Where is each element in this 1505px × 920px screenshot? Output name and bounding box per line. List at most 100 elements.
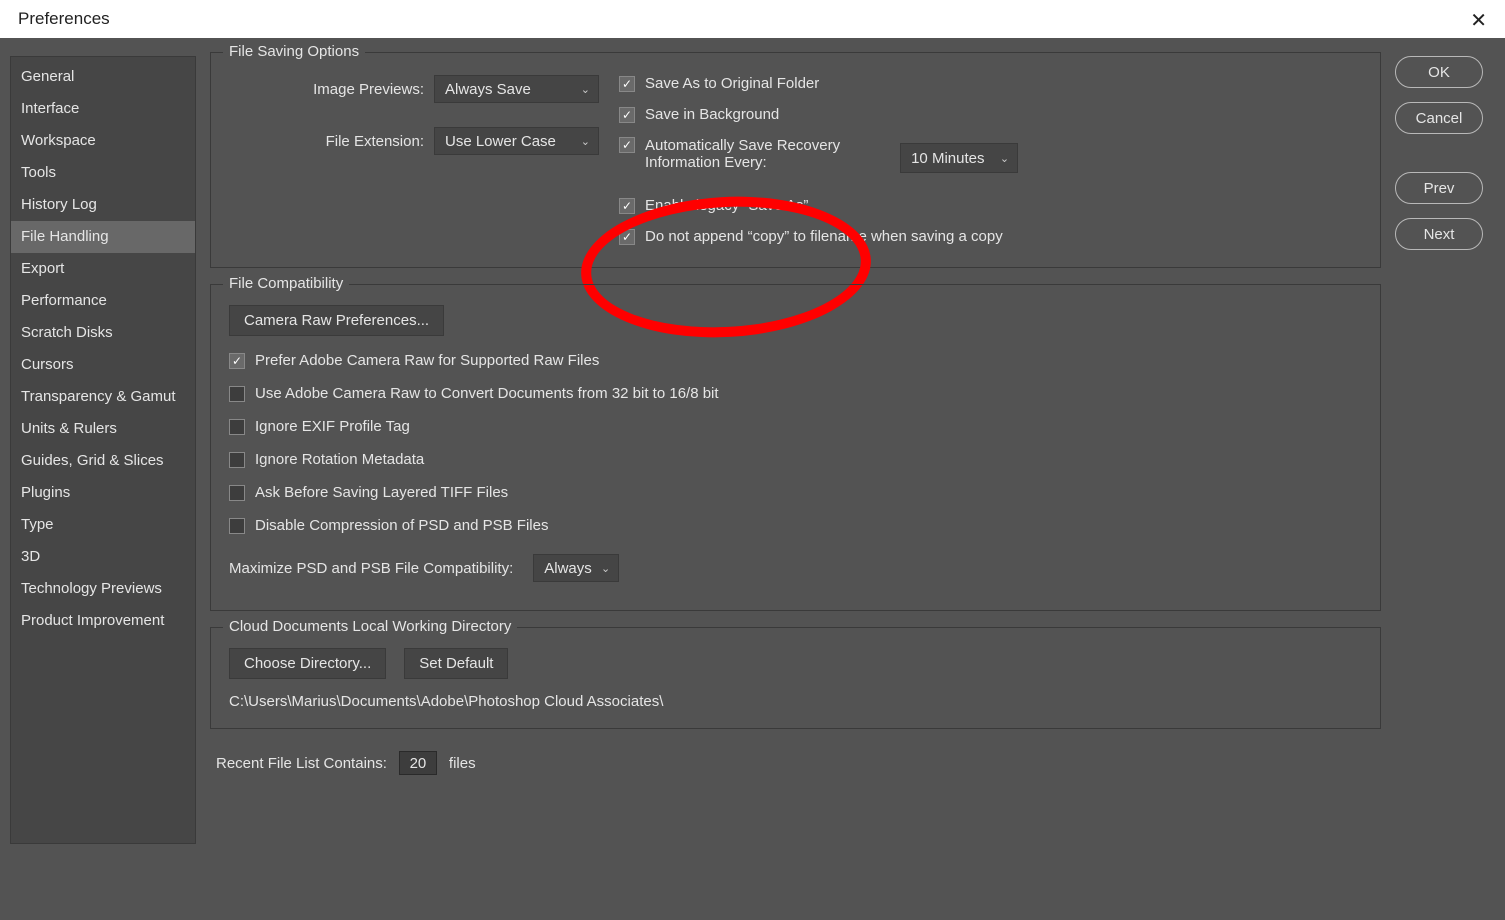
checkbox-label: Use Adobe Camera Raw to Convert Document…	[255, 385, 719, 402]
sidebar-item-label: Plugins	[21, 484, 70, 501]
recent-file-list-label: Recent File List Contains:	[216, 755, 387, 772]
sidebar-item-tools[interactable]: Tools	[11, 157, 195, 189]
checkbox-icon	[229, 518, 245, 534]
choose-directory-button[interactable]: Choose Directory...	[229, 648, 386, 679]
checkbox-label: Save As to Original Folder	[645, 75, 819, 92]
sidebar-item-cursors[interactable]: Cursors	[11, 349, 195, 381]
sidebar-item-interface[interactable]: Interface	[11, 93, 195, 125]
sidebar-item-type[interactable]: Type	[11, 509, 195, 541]
content-panel: File Saving Options Image Previews: Alwa…	[196, 38, 1395, 920]
sidebar-item-label: File Handling	[21, 228, 109, 245]
sidebar-item-history-log[interactable]: History Log	[11, 189, 195, 221]
window-title: Preferences	[18, 9, 110, 29]
ask-before-tiff-checkbox[interactable]: Ask Before Saving Layered TIFF Files	[229, 484, 1362, 501]
sidebar-item-3d[interactable]: 3D	[11, 541, 195, 573]
sidebar-item-label: Transparency & Gamut	[21, 388, 176, 405]
checkbox-label: Automatically Save Recovery Information …	[645, 137, 840, 171]
checkbox-icon: ✓	[619, 137, 635, 153]
sidebar-item-units-rulers[interactable]: Units & Rulers	[11, 413, 195, 445]
checkbox-icon: ✓	[229, 353, 245, 369]
titlebar: Preferences ✕	[0, 0, 1505, 38]
sidebar-item-label: Performance	[21, 292, 107, 309]
button-label: OK	[1428, 64, 1450, 81]
sidebar-item-file-handling[interactable]: File Handling	[11, 221, 195, 253]
sidebar-item-transparency-gamut[interactable]: Transparency & Gamut	[11, 381, 195, 413]
sidebar-item-export[interactable]: Export	[11, 253, 195, 285]
disable-compression-checkbox[interactable]: Disable Compression of PSD and PSB Files	[229, 517, 1362, 534]
checkbox-icon: ✓	[619, 107, 635, 123]
auto-save-recovery-checkbox[interactable]: ✓ Automatically Save Recovery Informatio…	[619, 137, 840, 171]
camera-raw-preferences-button[interactable]: Camera Raw Preferences...	[229, 305, 444, 336]
checkbox-label: Enable legacy “Save As”	[645, 197, 808, 214]
image-previews-select[interactable]: Always Save ⌄	[434, 75, 599, 103]
sidebar-item-label: Export	[21, 260, 64, 277]
maximize-compat-label: Maximize PSD and PSB File Compatibility:	[229, 560, 513, 577]
group-legend: File Saving Options	[223, 43, 365, 60]
auto-recovery-interval-select[interactable]: 10 Minutes ⌄	[900, 143, 1018, 173]
file-compatibility-group: File Compatibility Camera Raw Preference…	[210, 284, 1381, 611]
checkbox-label-line: Information Every:	[645, 154, 767, 171]
checkbox-label: Disable Compression of PSD and PSB Files	[255, 517, 548, 534]
enable-legacy-save-as-checkbox[interactable]: ✓ Enable legacy “Save As”	[619, 197, 1018, 214]
sidebar-item-label: Technology Previews	[21, 580, 162, 597]
sidebar-item-performance[interactable]: Performance	[11, 285, 195, 317]
do-not-append-copy-checkbox[interactable]: ✓ Do not append “copy” to filename when …	[619, 228, 1018, 245]
sidebar-item-product-improvement[interactable]: Product Improvement	[11, 605, 195, 637]
set-default-button[interactable]: Set Default	[404, 648, 508, 679]
sidebar-item-label: Guides, Grid & Slices	[21, 452, 164, 469]
image-previews-label: Image Previews:	[264, 81, 424, 98]
sidebar-item-label: General	[21, 68, 74, 85]
sidebar-item-workspace[interactable]: Workspace	[11, 125, 195, 157]
button-label: Cancel	[1416, 110, 1463, 127]
checkbox-label: Prefer Adobe Camera Raw for Supported Ra…	[255, 352, 599, 369]
sidebar-item-label: Units & Rulers	[21, 420, 117, 437]
ignore-exif-checkbox[interactable]: Ignore EXIF Profile Tag	[229, 418, 1362, 435]
group-legend: File Compatibility	[223, 275, 349, 292]
sidebar-item-label: Workspace	[21, 132, 96, 149]
sidebar-item-plugins[interactable]: Plugins	[11, 477, 195, 509]
ok-button[interactable]: OK	[1395, 56, 1483, 88]
chevron-down-icon: ⌄	[601, 562, 610, 575]
button-label: Prev	[1424, 180, 1455, 197]
file-saving-options-group: File Saving Options Image Previews: Alwa…	[210, 52, 1381, 268]
ignore-rotation-checkbox[interactable]: Ignore Rotation Metadata	[229, 451, 1362, 468]
checkbox-icon	[229, 386, 245, 402]
checkbox-icon: ✓	[619, 76, 635, 92]
checkbox-label: Ignore Rotation Metadata	[255, 451, 424, 468]
sidebar-item-label: Tools	[21, 164, 56, 181]
chevron-down-icon: ⌄	[1000, 152, 1009, 165]
file-extension-select[interactable]: Use Lower Case ⌄	[434, 127, 599, 155]
checkbox-label: Ignore EXIF Profile Tag	[255, 418, 410, 435]
recent-file-count-input[interactable]	[399, 751, 437, 775]
cloud-documents-group: Cloud Documents Local Working Directory …	[210, 627, 1381, 729]
button-label: Next	[1424, 226, 1455, 243]
next-button[interactable]: Next	[1395, 218, 1483, 250]
sidebar-item-label: 3D	[21, 548, 40, 565]
maximize-compat-select[interactable]: Always ⌄	[533, 554, 619, 582]
checkbox-icon: ✓	[619, 198, 635, 214]
sidebar-item-label: Interface	[21, 100, 79, 117]
sidebar-item-guides-grid-slices[interactable]: Guides, Grid & Slices	[11, 445, 195, 477]
save-in-background-checkbox[interactable]: ✓ Save in Background	[619, 106, 1018, 123]
sidebar-item-scratch-disks[interactable]: Scratch Disks	[11, 317, 195, 349]
sidebar-item-label: History Log	[21, 196, 97, 213]
close-icon[interactable]: ✕	[1470, 8, 1487, 33]
save-as-original-checkbox[interactable]: ✓ Save As to Original Folder	[619, 75, 1018, 92]
checkbox-icon: ✓	[619, 229, 635, 245]
sidebar-item-label: Scratch Disks	[21, 324, 113, 341]
sidebar-item-technology-previews[interactable]: Technology Previews	[11, 573, 195, 605]
cancel-button[interactable]: Cancel	[1395, 102, 1483, 134]
checkbox-icon	[229, 452, 245, 468]
select-value: Always	[544, 560, 592, 577]
recent-file-suffix: files	[449, 755, 476, 772]
checkbox-icon	[229, 419, 245, 435]
group-legend: Cloud Documents Local Working Directory	[223, 618, 517, 635]
prev-button[interactable]: Prev	[1395, 172, 1483, 204]
button-label: Set Default	[419, 655, 493, 672]
checkbox-label-line: Automatically Save Recovery	[645, 137, 840, 154]
use-acr-32bit-checkbox[interactable]: Use Adobe Camera Raw to Convert Document…	[229, 385, 1362, 402]
sidebar-item-general[interactable]: General	[11, 61, 195, 93]
button-label: Camera Raw Preferences...	[244, 312, 429, 329]
prefer-acr-checkbox[interactable]: ✓ Prefer Adobe Camera Raw for Supported R…	[229, 352, 1362, 369]
checkbox-label: Save in Background	[645, 106, 779, 123]
